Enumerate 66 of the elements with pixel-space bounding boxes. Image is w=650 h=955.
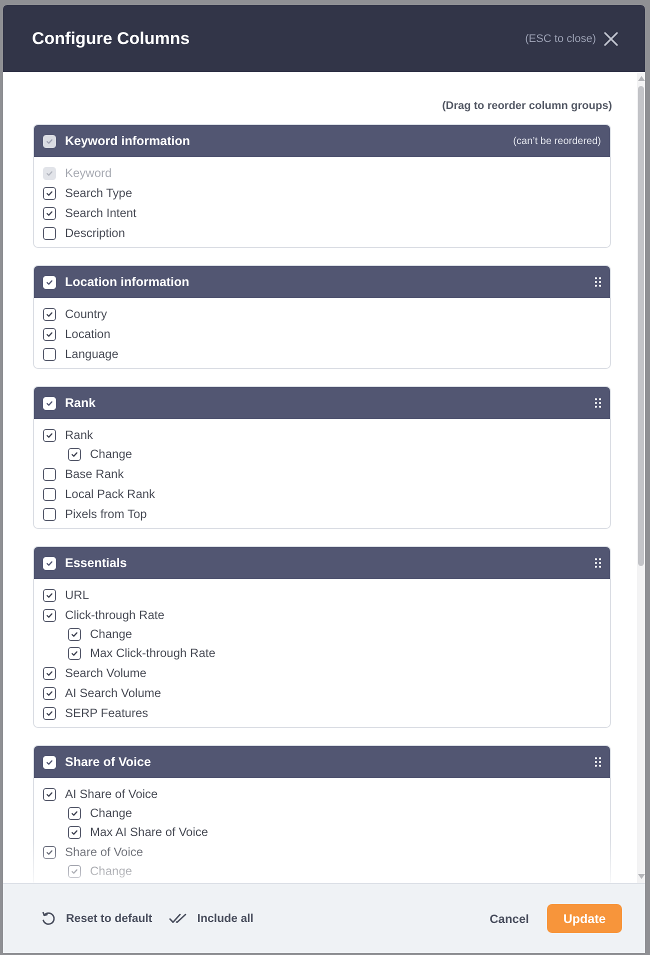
close-icon <box>604 32 618 46</box>
checkbox[interactable] <box>68 647 81 660</box>
column-label: Local Pack Rank <box>65 486 156 502</box>
reorder-note: (can’t be reordered) <box>513 134 601 148</box>
column-label: Change <box>90 627 132 642</box>
close-button[interactable] <box>602 30 620 48</box>
group-title: Keyword information <box>65 133 192 149</box>
reorder-hint: (Drag to reorder column groups) <box>442 99 612 113</box>
column-label: Description <box>65 226 126 240</box>
column-label: Max Click-through Rate <box>90 646 216 661</box>
checkbox[interactable] <box>43 588 56 602</box>
reset-button[interactable]: Reset to default <box>41 910 152 926</box>
column-label: Change <box>90 806 132 821</box>
group-title: Essentials <box>65 555 128 571</box>
column-label: Share of Voice <box>65 844 144 860</box>
column-label: Keyword <box>65 166 112 180</box>
dialog-title: Configure Columns <box>32 28 191 50</box>
checkbox[interactable] <box>43 308 56 320</box>
checkbox[interactable] <box>43 788 56 800</box>
column-label: Language <box>65 346 118 362</box>
column-label: URL <box>65 588 90 602</box>
column-label: AI Share of Voice <box>65 786 158 802</box>
checkbox[interactable] <box>43 686 56 700</box>
checkbox[interactable] <box>68 826 81 839</box>
column-label: Pixels from Top <box>65 506 147 522</box>
column-label: Rank <box>65 428 94 442</box>
checkbox[interactable] <box>43 428 56 442</box>
column-label: Max AI Share of Voice <box>90 825 208 840</box>
column-label: AI Search Volume <box>65 686 162 700</box>
column-label: Country <box>65 306 108 322</box>
checkbox[interactable] <box>43 328 56 340</box>
checkbox[interactable] <box>68 628 81 641</box>
column-label: Base Rank <box>65 466 124 482</box>
checkbox[interactable] <box>43 846 56 858</box>
column-label: Click-through Rate <box>65 608 164 622</box>
scrollbar-thumb[interactable] <box>638 86 644 566</box>
refresh-icon <box>41 911 56 926</box>
checkbox[interactable] <box>43 468 56 480</box>
column-label: Search Type <box>65 186 132 200</box>
cancel-button[interactable]: Cancel <box>490 910 529 926</box>
checkbox[interactable] <box>43 608 56 622</box>
checkbox[interactable] <box>43 666 56 680</box>
double-check-icon <box>169 913 188 924</box>
drag-handle-icon[interactable] <box>595 558 601 568</box>
column-label: SERP Features <box>65 706 148 720</box>
column-label: Search Volume <box>65 666 146 680</box>
column-label: Location <box>65 326 110 342</box>
group-title: Location information <box>65 274 190 290</box>
checkbox[interactable] <box>43 706 56 720</box>
close-hint: (ESC to close) <box>525 32 596 46</box>
column-label: Change <box>90 447 132 462</box>
group-title: Share of Voice <box>65 754 152 770</box>
column-label: Change <box>90 864 132 879</box>
checkbox[interactable] <box>43 508 56 520</box>
drag-handle-icon[interactable] <box>595 398 601 408</box>
drag-handle-icon[interactable] <box>595 277 601 287</box>
include-all-button[interactable]: Include all <box>169 910 254 926</box>
checkbox[interactable] <box>43 348 56 360</box>
checkbox[interactable] <box>68 865 81 878</box>
column-label: Search Intent <box>65 206 136 220</box>
checkbox[interactable] <box>43 488 56 500</box>
checkbox[interactable] <box>68 807 81 820</box>
checkbox[interactable] <box>68 448 81 461</box>
group-title: Rank <box>65 395 97 411</box>
scrollbar-track[interactable] <box>637 72 645 883</box>
drag-handle-icon[interactable] <box>595 757 601 767</box>
